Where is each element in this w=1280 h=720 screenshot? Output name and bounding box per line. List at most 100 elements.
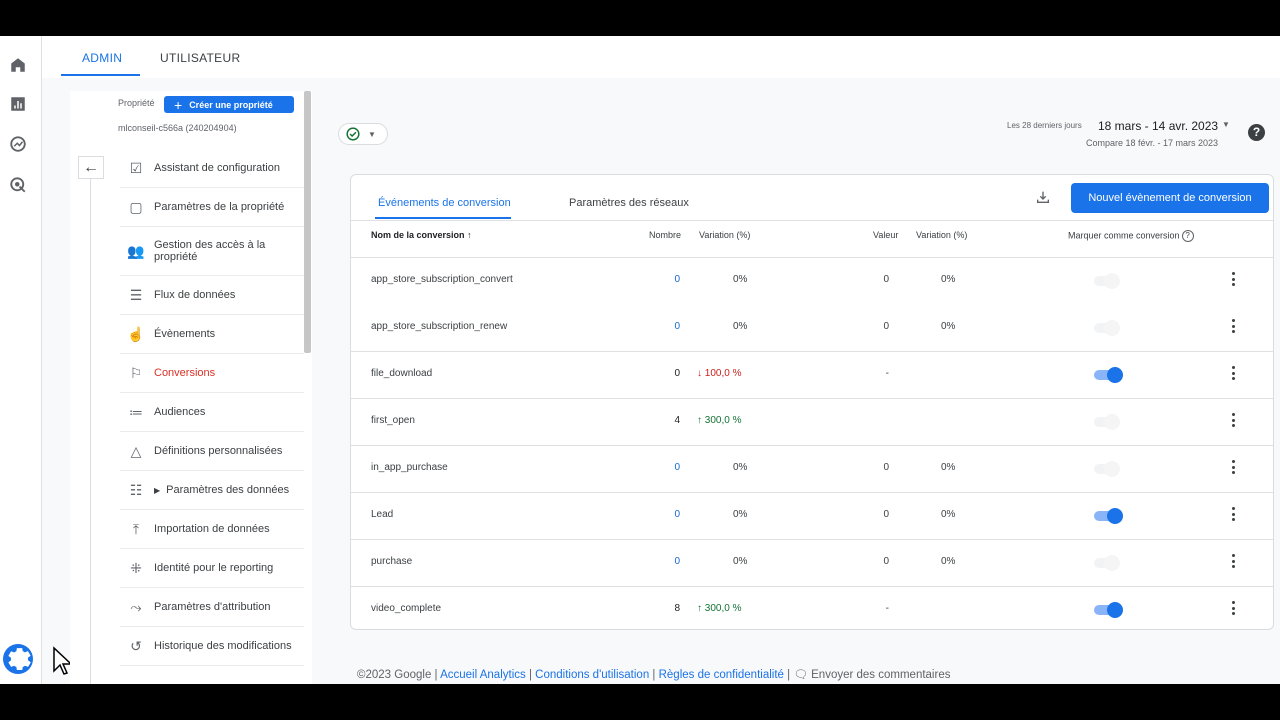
header-value-variation[interactable]: Variation (%) xyxy=(916,230,967,240)
conversions-card: Événements de conversion Paramètres des … xyxy=(350,174,1274,630)
tab-network-settings[interactable]: Paramètres des réseaux xyxy=(569,197,689,209)
footer-link-terms[interactable]: Conditions d'utilisation xyxy=(535,669,649,681)
cell-count-variation: ↑ 300,0 % xyxy=(697,415,742,426)
nav-item-conversions[interactable]: ⚐ Conversions xyxy=(120,354,304,393)
nav-item-attribution-settings[interactable]: ⤳ Paramètres d'attribution xyxy=(120,588,304,627)
explore-icon[interactable] xyxy=(9,135,27,153)
header-count[interactable]: Nombre xyxy=(649,230,681,240)
cell-name[interactable]: purchase xyxy=(371,556,412,567)
cell-name[interactable]: app_store_subscription_renew xyxy=(371,321,507,332)
reports-icon[interactable] xyxy=(9,95,27,113)
cell-name[interactable]: file_download xyxy=(371,368,432,379)
back-arrow-button[interactable]: ← xyxy=(78,156,104,179)
expand-triangle-icon[interactable]: ▶ xyxy=(154,486,160,495)
mark-conversion-toggle[interactable] xyxy=(1094,461,1122,477)
cell-value: 0 xyxy=(883,274,889,285)
date-range[interactable]: 18 mars - 14 avr. 2023 xyxy=(1098,119,1218,133)
tab-indicator xyxy=(375,217,511,219)
nav-item-reporting-identity[interactable]: ⁜ Identité pour le reporting xyxy=(120,549,304,588)
header-mark-label: Marquer comme conversion xyxy=(1068,230,1180,241)
nav-scrollbar[interactable] xyxy=(304,91,311,353)
table-row: first_open 4 ↑ 300,0 % xyxy=(351,398,1273,445)
nav-item-change-history[interactable]: ↺ Historique des modifications xyxy=(120,627,304,666)
mark-conversion-toggle[interactable] xyxy=(1094,602,1123,618)
advertising-icon[interactable] xyxy=(9,176,27,194)
cell-name[interactable]: first_open xyxy=(371,415,415,426)
database-icon: ☷ xyxy=(129,481,143,498)
nav-item-label: Assistant de configuration xyxy=(154,162,280,174)
tab-admin-indicator xyxy=(61,74,140,76)
nav-item-label: Définitions personnalisées xyxy=(154,445,283,457)
more-options-icon[interactable] xyxy=(1232,601,1236,617)
filter-chip[interactable]: ▼ xyxy=(338,123,388,145)
cell-name[interactable]: video_complete xyxy=(371,603,441,614)
nav-item-property-settings[interactable]: ▢ Paramètres de la propriété xyxy=(120,188,304,227)
more-options-icon[interactable] xyxy=(1232,554,1236,570)
new-conversion-event-button[interactable]: Nouvel évènement de conversion xyxy=(1071,183,1269,213)
home-icon[interactable] xyxy=(9,56,27,74)
chevron-down-icon: ▼ xyxy=(368,129,376,139)
header-mark-conversion: Marquer comme conversion? xyxy=(1068,230,1194,242)
more-options-icon[interactable] xyxy=(1232,319,1236,335)
cell-value: 0 xyxy=(883,462,889,473)
more-options-icon[interactable] xyxy=(1232,507,1236,523)
cell-value-variation: 0% xyxy=(941,462,956,473)
property-label: Propriété xyxy=(118,98,155,108)
data-stream-icon: ☰ xyxy=(129,286,143,303)
cell-name[interactable]: app_store_subscription_convert xyxy=(371,274,513,285)
cell-count: 0 xyxy=(674,368,680,379)
nav-item-data-settings[interactable]: ☷ ▶ Paramètres des données xyxy=(120,471,304,510)
flag-icon: ⚐ xyxy=(129,364,143,381)
footer-feedback[interactable]: Envoyer des commentaires xyxy=(811,669,950,681)
mouse-cursor-icon xyxy=(53,646,72,675)
help-circle-icon[interactable]: ? xyxy=(1181,230,1194,242)
identity-icon: ⁜ xyxy=(130,559,142,576)
mark-conversion-toggle[interactable] xyxy=(1094,414,1122,430)
cell-count: 0 xyxy=(674,321,680,332)
cell-name[interactable]: Lead xyxy=(371,509,393,520)
cell-name[interactable]: in_app_purchase xyxy=(371,462,448,473)
more-options-icon[interactable] xyxy=(1232,272,1236,288)
help-icon[interactable]: ? xyxy=(1248,124,1265,141)
nav-item-setup-assistant[interactable]: ☑ Assistant de configuration xyxy=(120,149,304,188)
checklist-icon: ☑ xyxy=(129,159,143,176)
admin-gear-icon[interactable] xyxy=(3,644,33,674)
tab-user[interactable]: UTILISATEUR xyxy=(160,51,240,65)
left-rail xyxy=(0,36,42,684)
header-value[interactable]: Valeur xyxy=(873,230,898,240)
nav-item-access-management[interactable]: 👥 Gestion des accès à la propriété xyxy=(120,227,304,276)
date-dropdown-icon[interactable]: ▼ xyxy=(1222,120,1230,129)
mark-conversion-toggle[interactable] xyxy=(1094,273,1122,289)
more-options-icon[interactable] xyxy=(1232,460,1236,476)
footer-link-analytics-home[interactable]: Accueil Analytics xyxy=(440,669,526,681)
nav-item-data-import[interactable]: ⤒ Importation de données xyxy=(120,510,304,549)
tab-admin[interactable]: ADMIN xyxy=(82,51,122,65)
mark-conversion-toggle[interactable] xyxy=(1094,508,1123,524)
nav-item-data-streams[interactable]: ☰ Flux de données xyxy=(120,276,304,315)
mark-conversion-toggle[interactable] xyxy=(1094,367,1123,383)
header-name[interactable]: Nom de la conversion ↑ xyxy=(371,230,472,240)
cell-count-variation: ↑ 300,0 % xyxy=(697,603,742,614)
feedback-icon: 🗨 xyxy=(793,669,808,681)
create-property-button[interactable]: + Créer une propriété xyxy=(164,96,294,113)
download-icon[interactable] xyxy=(1035,189,1051,205)
header-count-variation[interactable]: Variation (%) xyxy=(699,230,750,240)
cell-count-variation: 0% xyxy=(733,274,748,285)
more-options-icon[interactable] xyxy=(1232,366,1236,382)
cell-value-variation: 0% xyxy=(941,556,956,567)
layout-icon: ▢ xyxy=(129,198,143,215)
toggle-knob xyxy=(1104,414,1120,430)
tab-conversion-events[interactable]: Événements de conversion xyxy=(378,197,511,209)
mark-conversion-toggle[interactable] xyxy=(1094,555,1122,571)
date-period-label: Les 28 derniers jours xyxy=(1007,121,1082,130)
more-options-icon[interactable] xyxy=(1232,413,1236,429)
nav-item-custom-definitions[interactable]: △ Définitions personnalisées xyxy=(120,432,304,471)
check-circle-icon xyxy=(346,127,360,141)
cell-value: 0 xyxy=(883,321,889,332)
footer-link-privacy[interactable]: Règles de confidentialité xyxy=(659,669,784,681)
nav-item-audiences[interactable]: ≔ Audiences xyxy=(120,393,304,432)
cell-count-variation: 0% xyxy=(733,556,748,567)
toggle-knob xyxy=(1104,273,1120,289)
mark-conversion-toggle[interactable] xyxy=(1094,320,1122,336)
nav-item-events[interactable]: ☝ Évènements xyxy=(120,315,304,354)
